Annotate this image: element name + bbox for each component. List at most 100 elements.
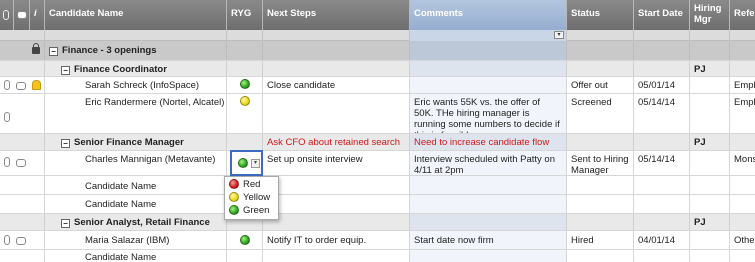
ryg-cell[interactable] [227,250,263,262]
next-steps-cell[interactable]: Close candidate [263,77,410,93]
ryg-cell[interactable] [227,231,263,249]
status-cell[interactable] [567,250,634,262]
cell[interactable] [634,134,690,150]
attachment-icon[interactable] [4,235,10,245]
comments-cell[interactable] [410,195,567,213]
collapse-toggle[interactable]: − [61,66,70,75]
group-title-cell[interactable]: − Finance - 3 openings [45,41,227,60]
discussion-icon[interactable] [16,237,26,245]
comments-cell[interactable] [410,250,567,262]
next-steps-cell[interactable]: Notify IT to order equip. [263,231,410,249]
collapse-toggle[interactable]: − [49,47,58,56]
cell[interactable] [227,41,263,60]
cell[interactable] [263,214,410,230]
referral-cell[interactable]: Monst [730,151,755,175]
col-candidate-name[interactable]: Candidate Name [45,0,227,30]
col-comments[interactable]: Comments [410,0,567,30]
cell[interactable] [634,61,690,76]
collapse-toggle[interactable]: − [61,139,70,148]
start-date-cell[interactable]: 05/14/14 [634,151,690,175]
hiring-mgr-cell[interactable]: PJ [690,134,730,150]
next-steps-cell[interactable]: Set up onsite interview [263,151,410,175]
ryg-cell[interactable] [227,77,263,93]
cell[interactable] [567,61,634,76]
comments-column-header[interactable] [14,0,30,30]
ryg-option-red[interactable]: Red [225,179,278,192]
status-cell[interactable] [567,176,634,194]
referral-cell[interactable]: Emplo [730,94,755,133]
status-cell[interactable]: Screened [567,94,634,133]
section-title-cell[interactable]: − Finance Coordinator [45,61,227,76]
cell[interactable] [263,41,410,60]
cell[interactable] [567,41,634,60]
cell[interactable] [410,61,567,76]
candidate-name-cell[interactable]: Charles Mannigan (Metavante) [45,151,227,175]
hiring-mgr-cell[interactable]: PJ [690,61,730,76]
col-status[interactable]: Status [567,0,634,30]
cell[interactable] [410,41,567,60]
next-steps-cell[interactable] [263,250,410,262]
hiring-mgr-cell[interactable] [690,195,730,213]
ryg-cell-editor[interactable]: ▾ [230,150,263,176]
collapse-toggle[interactable]: − [61,219,70,228]
hiring-mgr-cell[interactable] [690,231,730,249]
next-steps-cell[interactable]: Ask CFO about retained search [263,134,410,150]
col-next-steps[interactable]: Next Steps [263,0,410,30]
start-date-cell[interactable]: 04/01/14 [634,231,690,249]
candidate-name-cell[interactable]: Candidate Name [45,176,227,194]
status-cell[interactable]: Hired [567,231,634,249]
info-column-header[interactable]: i [30,0,45,30]
hiring-mgr-cell[interactable] [690,176,730,194]
start-date-cell[interactable]: 05/01/14 [634,77,690,93]
cell[interactable] [567,134,634,150]
cell[interactable] [567,214,634,230]
cell[interactable] [227,134,263,150]
ryg-option-yellow[interactable]: Yellow [225,192,278,205]
section-title-cell[interactable]: − Senior Analyst, Retail Finance [45,214,227,230]
candidate-name-cell[interactable]: Candidate Name [45,195,227,213]
col-start-date[interactable]: Start Date [634,0,690,30]
start-date-cell[interactable] [634,195,690,213]
referral-cell[interactable]: Other [730,231,755,249]
comments-cell[interactable] [410,77,567,93]
attachment-icon[interactable] [4,157,10,167]
start-date-cell[interactable]: 05/14/14 [634,94,690,133]
comments-cell[interactable]: Need to increase candidate flow [410,134,567,150]
comments-cell[interactable]: Start date now firm [410,231,567,249]
attachment-icon[interactable] [4,112,10,122]
cell[interactable] [227,61,263,76]
cell[interactable] [263,61,410,76]
candidate-name-cell[interactable]: Candidate Name [45,250,227,262]
col-hiring-mgr[interactable]: Hiring Mgr [690,0,730,30]
start-date-cell[interactable] [634,250,690,262]
discussion-icon[interactable] [16,159,26,167]
hiring-mgr-cell[interactable]: PJ [690,214,730,230]
next-steps-cell[interactable] [263,94,410,133]
next-steps-cell[interactable] [263,195,410,213]
comments-cell[interactable]: Interview scheduled with Patty on 4/11 a… [410,151,567,175]
start-date-cell[interactable] [634,176,690,194]
hiring-mgr-cell[interactable] [690,151,730,175]
column-menu-dropdown[interactable]: ▾ [554,31,564,39]
ryg-cell[interactable] [227,94,263,133]
attachment-icon[interactable] [4,80,10,90]
cell[interactable] [634,41,690,60]
cell[interactable] [410,214,567,230]
referral-cell[interactable]: Emplo [730,77,755,93]
cell[interactable] [634,214,690,230]
status-cell[interactable]: Sent to Hiring Manager [567,151,634,175]
cell[interactable] [690,41,730,60]
candidate-name-cell[interactable]: Eric Randermere (Nortel, Alcatel) [45,94,227,133]
col-referral[interactable]: Refer [730,0,755,30]
hiring-mgr-cell[interactable] [690,77,730,93]
status-cell[interactable] [567,195,634,213]
discussion-icon[interactable] [16,82,26,90]
section-title-cell[interactable]: − Senior Finance Manager [45,134,227,150]
comments-cell[interactable] [410,176,567,194]
next-steps-cell[interactable] [263,176,410,194]
hiring-mgr-cell[interactable] [690,250,730,262]
col-ryg[interactable]: RYG [227,0,263,30]
hiring-mgr-cell[interactable] [690,94,730,133]
candidate-name-cell[interactable]: Sarah Schreck (InfoSpace) [45,77,227,93]
reminder-bell-icon[interactable] [32,80,41,90]
